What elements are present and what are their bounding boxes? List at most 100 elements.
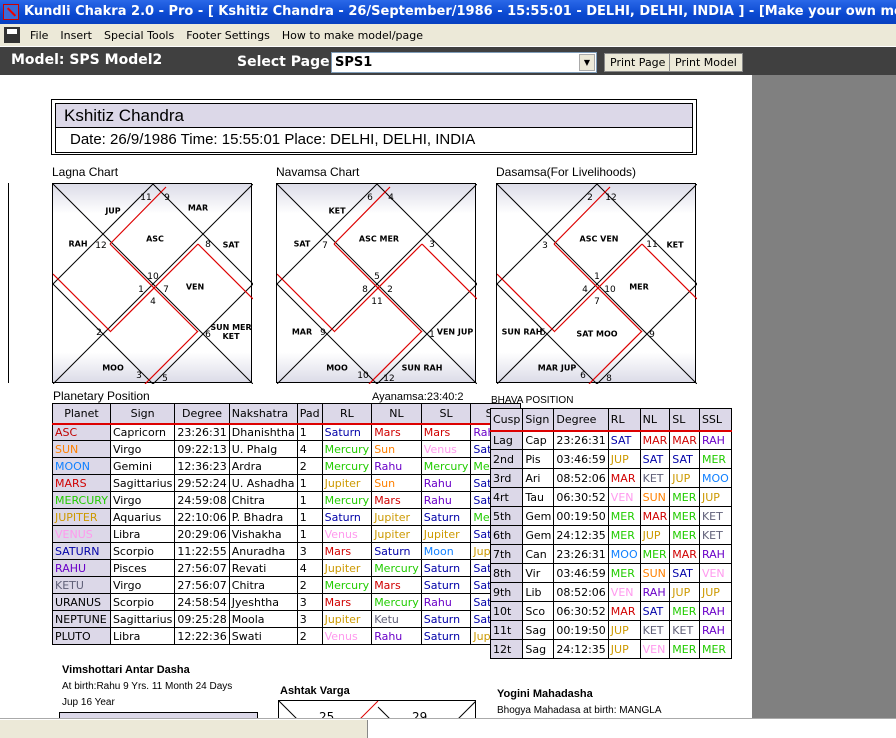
lagna-chart: 10 ASC 11 JUP 12 RAH 1 2 3 MOO 4 5 6 SUN MER KET 7 VEN 8… bbox=[52, 183, 253, 384]
table-cell: 06:30:52 bbox=[553, 601, 609, 621]
table-cell: Mars bbox=[371, 423, 422, 441]
table-cell: Venus bbox=[420, 440, 472, 458]
table-cell: Mars bbox=[420, 423, 472, 441]
table-cell: MAR bbox=[669, 430, 700, 450]
menu-special-tools[interactable]: Special Tools bbox=[98, 29, 180, 42]
column-header: Sign bbox=[109, 403, 176, 425]
table-cell: Jupiter bbox=[321, 610, 373, 628]
house-planets: SAT bbox=[293, 239, 311, 249]
column-header: NL bbox=[371, 403, 422, 425]
table-cell: MER bbox=[669, 506, 700, 526]
table-row: 6th Gem 24:12:35 MER JUP MER KET bbox=[489, 525, 732, 545]
table-cell: MER bbox=[607, 506, 641, 526]
table-cell: Mercury bbox=[420, 457, 472, 475]
table-cell: 08:52:06 bbox=[553, 582, 609, 602]
table-cell: JUP bbox=[698, 487, 732, 507]
bhava-table: Cusp Sign Degree RL NL SL SSL Lag Cap 23:26:31 SAT… bbox=[489, 408, 732, 659]
navamsa-chart-title: Navamsa Chart bbox=[276, 165, 360, 179]
lagna-chart-title: Lagna Chart bbox=[52, 165, 119, 179]
table-cell: Rahu bbox=[420, 491, 472, 509]
table-cell: 11:22:55 bbox=[174, 542, 230, 560]
house-sign-number: 7 bbox=[322, 241, 328, 251]
table-cell: Mercury bbox=[321, 457, 373, 475]
menu-insert[interactable]: Insert bbox=[54, 29, 98, 42]
table-cell: 22:10:06 bbox=[174, 508, 230, 526]
table-cell: Saturn bbox=[420, 610, 472, 628]
table-cell: RAH bbox=[698, 544, 732, 564]
house-sign-number: 3 bbox=[429, 240, 435, 250]
menu-file[interactable]: File bbox=[24, 29, 54, 42]
table-cell: 6th bbox=[489, 525, 524, 545]
menu-footer-settings[interactable]: Footer Settings bbox=[180, 29, 276, 42]
house-sign-number: 5 bbox=[374, 272, 380, 282]
table-cell: 7th bbox=[489, 544, 524, 564]
table-cell: PLUTO bbox=[52, 627, 111, 645]
table-cell: Rahu bbox=[371, 457, 422, 475]
house-sign-number: 2 bbox=[96, 328, 102, 338]
birth-details: Date: 26/9/1986 Time: 15:55:01 Place: DE… bbox=[70, 131, 476, 148]
table-cell: MER bbox=[639, 544, 671, 564]
table-cell: MER bbox=[669, 525, 700, 545]
offscreen-chart-edge bbox=[0, 183, 9, 383]
house-planets: KET bbox=[666, 240, 684, 250]
table-cell: 24:58:54 bbox=[174, 593, 230, 611]
column-header: SL bbox=[669, 408, 700, 432]
table-cell: 1 bbox=[296, 423, 323, 441]
table-cell: Mercury bbox=[371, 593, 422, 611]
table-cell: RAH bbox=[639, 582, 671, 602]
table-cell: 00:19:50 bbox=[553, 620, 609, 640]
table-cell: Mercury bbox=[371, 559, 422, 577]
column-header: SL bbox=[420, 403, 472, 425]
table-cell: 4rt bbox=[489, 487, 524, 507]
table-cell: Ketu bbox=[371, 610, 422, 628]
column-header: Pad bbox=[296, 403, 323, 425]
chevron-down-icon[interactable]: ▼ bbox=[579, 54, 595, 71]
print-model-button[interactable]: Print Model bbox=[669, 53, 743, 72]
table-cell: 1 bbox=[296, 525, 323, 543]
table-cell: Rahu bbox=[420, 593, 472, 611]
table-cell: SUN bbox=[52, 440, 111, 458]
table-cell: 2 bbox=[296, 627, 323, 645]
table-cell: VENUS bbox=[52, 525, 111, 543]
select-page-value: SPS1 bbox=[335, 55, 373, 70]
table-cell: Virgo bbox=[109, 440, 176, 458]
menu-how-to[interactable]: How to make model/page bbox=[276, 29, 429, 42]
table-cell: Jyeshtha bbox=[228, 593, 298, 611]
table-cell: Sag bbox=[522, 620, 555, 640]
table-cell: JUP bbox=[607, 620, 641, 640]
table-cell: 4 bbox=[296, 440, 323, 458]
table-cell: KET bbox=[698, 525, 732, 545]
table-cell: Saturn bbox=[420, 559, 472, 577]
table-cell: Ardra bbox=[228, 457, 298, 475]
menu-bar: File Insert Special Tools Footer Setting… bbox=[0, 24, 896, 46]
table-cell: ASC bbox=[52, 423, 111, 441]
table-row: 2nd Pis 03:46:59 JUP SAT SAT MER bbox=[489, 449, 732, 469]
table-cell: 2nd bbox=[489, 449, 524, 469]
print-page-button[interactable]: Print Page bbox=[604, 53, 672, 72]
table-cell: Pis bbox=[522, 449, 555, 469]
horizontal-scrollbar[interactable] bbox=[0, 718, 896, 738]
table-cell: SAT bbox=[639, 449, 671, 469]
table-cell: Chitra bbox=[228, 491, 298, 509]
table-cell: 23:26:31 bbox=[174, 423, 230, 441]
select-page-dropdown[interactable]: SPS1 ▼ bbox=[331, 52, 597, 73]
save-icon[interactable] bbox=[4, 27, 20, 43]
house-planets: ASC bbox=[146, 234, 164, 244]
table-cell: Venus bbox=[321, 627, 373, 645]
table-row: 10t Sco 06:30:52 MAR SAT MER RAH bbox=[489, 601, 732, 621]
table-cell: 09:25:28 bbox=[174, 610, 230, 628]
table-cell: NEPTUNE bbox=[52, 610, 111, 628]
table-cell: 24:59:08 bbox=[174, 491, 230, 509]
table-cell: Jupiter bbox=[420, 525, 472, 543]
dasamsa-chart: 1 ASC VEN 2 3 4 5 SUN RAH 6 MAR JUP 7 SAT MOO 8 9 10 M… bbox=[496, 183, 697, 384]
house-sign-number: 4 bbox=[388, 193, 394, 203]
table-cell: 03:46:59 bbox=[553, 563, 609, 583]
table-cell: 5th bbox=[489, 506, 524, 526]
table-cell: MERCURY bbox=[52, 491, 111, 509]
scrollbar-thumb[interactable] bbox=[0, 720, 368, 738]
table-cell: P. Bhadra bbox=[228, 508, 298, 526]
table-cell: Vir bbox=[522, 563, 555, 583]
house-sign-number: 1 bbox=[429, 330, 435, 340]
table-cell: Capricorn bbox=[109, 423, 176, 441]
house-sign-number: 3 bbox=[542, 241, 548, 251]
